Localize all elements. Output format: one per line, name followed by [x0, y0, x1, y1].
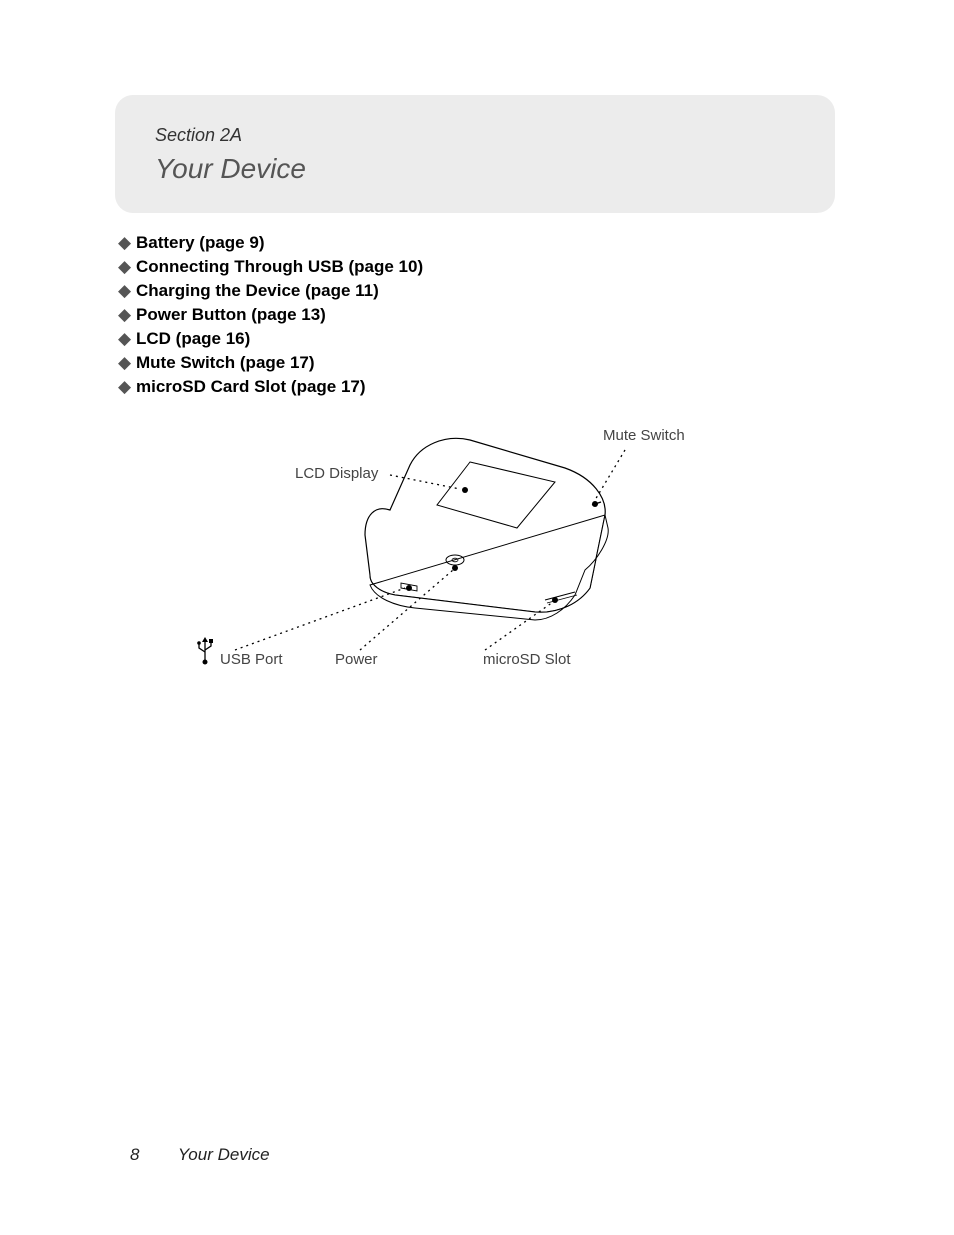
label-microsd-slot: microSD Slot: [483, 651, 571, 668]
bullet-icon: ◆: [118, 258, 136, 275]
toc-text: Connecting Through USB (page 10): [136, 257, 423, 276]
toc-item: ◆Power Button (page 13): [118, 306, 818, 323]
toc-item: ◆LCD (page 16): [118, 330, 818, 347]
table-of-contents: ◆Battery (page 9) ◆Connecting Through US…: [118, 234, 818, 402]
toc-text: Power Button (page 13): [136, 305, 326, 324]
page-footer: 8 Your Device: [130, 1145, 270, 1165]
device-diagram: Mute Switch LCD Display USB Port Power m…: [165, 420, 725, 700]
toc-item: ◆microSD Card Slot (page 17): [118, 378, 818, 395]
section-header: Section 2A Your Device: [115, 95, 835, 213]
bullet-icon: ◆: [118, 282, 136, 299]
label-usb-port: USB Port: [220, 651, 283, 668]
bullet-icon: ◆: [118, 306, 136, 323]
bullet-icon: ◆: [118, 330, 136, 347]
toc-text: Charging the Device (page 11): [136, 281, 379, 300]
toc-item: ◆Charging the Device (page 11): [118, 282, 818, 299]
usb-icon: [197, 637, 213, 665]
footer-title: Your Device: [178, 1145, 270, 1164]
label-lcd-display: LCD Display: [295, 465, 379, 482]
bullet-icon: ◆: [118, 234, 136, 251]
page-number: 8: [130, 1145, 139, 1164]
toc-item: ◆Battery (page 9): [118, 234, 818, 251]
toc-text: Battery (page 9): [136, 233, 264, 252]
toc-text: LCD (page 16): [136, 329, 250, 348]
toc-item: ◆Mute Switch (page 17): [118, 354, 818, 371]
toc-text: Mute Switch (page 17): [136, 353, 315, 372]
section-label: Section 2A: [155, 125, 242, 146]
bullet-icon: ◆: [118, 354, 136, 371]
bullet-icon: ◆: [118, 378, 136, 395]
toc-text: microSD Card Slot (page 17): [136, 377, 366, 396]
toc-item: ◆Connecting Through USB (page 10): [118, 258, 818, 275]
label-power: Power: [335, 651, 378, 668]
label-mute-switch: Mute Switch: [603, 427, 685, 444]
section-title: Your Device: [155, 153, 306, 185]
